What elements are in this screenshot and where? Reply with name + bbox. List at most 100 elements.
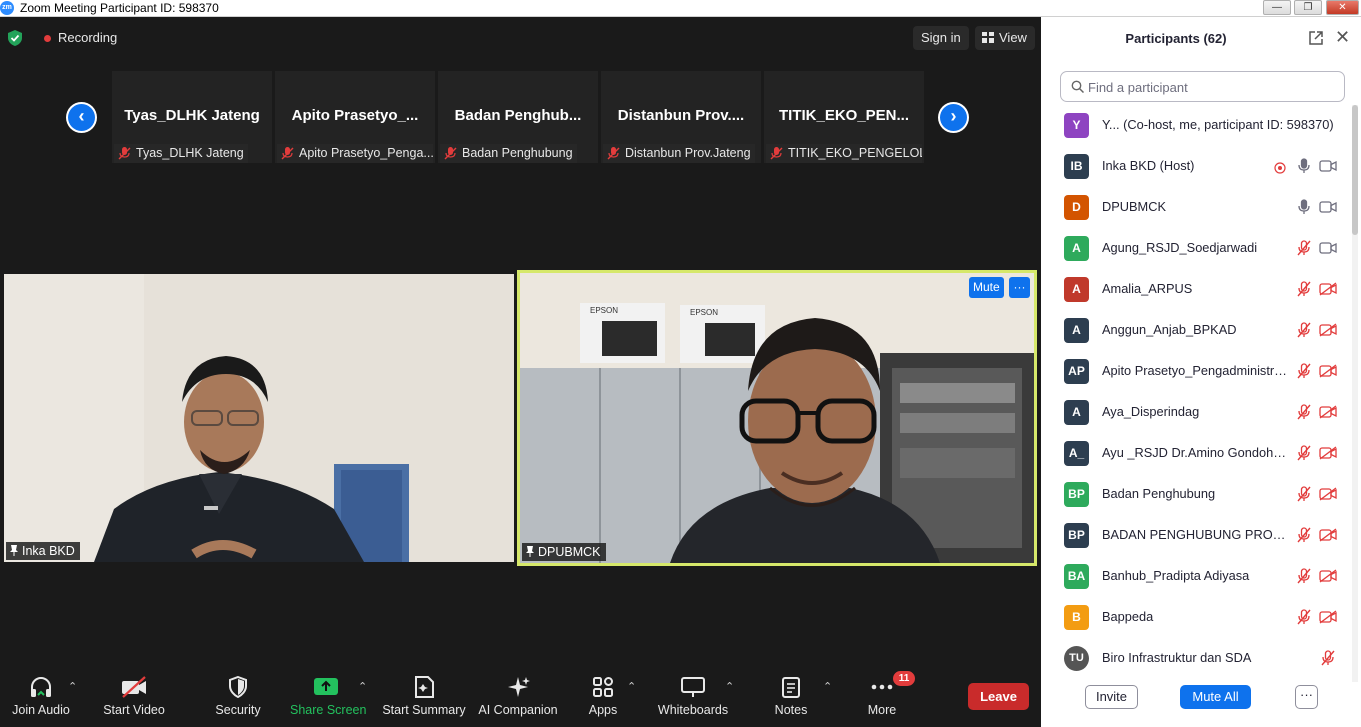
tile-name: Tyas_DLHK Jateng [124,107,260,124]
apps-button[interactable]: Apps [580,650,626,727]
maximize-button[interactable]: ❐ [1294,0,1322,15]
gallery-tile[interactable]: Apito Prasetyo_... Apito Prasetyo_Penga.… [275,71,435,163]
mic-muted-icon [1297,609,1311,625]
participant-search[interactable] [1060,71,1345,102]
participant-row[interactable]: IB Inka BKD (Host) [1041,146,1351,187]
video-off-icon [1319,569,1337,583]
video-camera-icon [1319,160,1337,172]
notes-button[interactable]: Notes [766,650,816,727]
mic-icon [1298,199,1310,214]
next-page-button[interactable]: › [938,102,969,133]
participant-status-icons[interactable] [1041,158,1351,176]
participant-row[interactable]: BA Banhub_Pradipta Adiyasa [1041,556,1351,597]
participant-row[interactable]: A Amalia_ARPUS [1041,269,1351,310]
panel-title: Participants (62) [1125,31,1227,46]
share-screen-button[interactable]: Share Screen [290,650,366,727]
previous-page-button[interactable]: ‹ [66,102,97,133]
notes-options-caret-icon[interactable]: ⌃ [823,680,832,693]
participant-row[interactable]: A Aya_Disperindag [1041,392,1351,433]
gallery-tile[interactable]: Distanbun Prov.... Distanbun Prov.Jateng [601,71,761,163]
participant-video-image [4,274,514,562]
tile-name: Distanbun Prov.... [617,107,745,124]
gallery-tile[interactable]: Badan Penghub... Badan Penghubung [438,71,598,163]
more-options-button[interactable]: ··· [1009,277,1030,298]
participant-row[interactable]: BPBADAN PENGHUBUNG PROVINSI JATENG [1041,515,1351,556]
tile-label-text: Distanbun Prov.Jateng [625,146,751,160]
pin-icon [10,545,18,556]
participant-row[interactable]: D DPUBMCK [1041,187,1351,228]
participant-status-icons[interactable] [1041,486,1351,504]
whiteboards-label: Whiteboards [657,703,729,717]
scrollbar-thumb[interactable] [1352,105,1358,235]
participant-status-icons[interactable] [1041,404,1351,422]
encryption-shield-icon[interactable] [8,30,22,46]
apps-options-caret-icon[interactable]: ⌃ [627,680,636,693]
panel-more-button[interactable]: ··· [1295,685,1318,709]
recording-indicator[interactable]: Recording [36,27,125,49]
close-panel-icon[interactable]: ✕ [1335,27,1350,48]
minimize-button[interactable]: — [1263,0,1291,15]
ai-companion-button[interactable]: AI Companion [476,650,560,727]
close-window-button[interactable]: ✕ [1326,0,1359,15]
mic-muted-icon [607,147,620,160]
recording-label: Recording [58,30,118,45]
start-summary-button[interactable]: Start Summary [380,650,468,727]
participant-status-icons[interactable] [1041,650,1351,668]
mute-participant-button[interactable]: Mute [969,277,1004,298]
avatar: Y [1064,113,1089,138]
participant-status-icons[interactable] [1041,568,1351,586]
more-dots-icon [871,684,893,690]
whiteboards-options-caret-icon[interactable]: ⌃ [725,680,734,693]
participant-row[interactable]: APApito Prasetyo_Pengadministrasi Umum B… [1041,351,1351,392]
participant-status-icons[interactable] [1041,445,1351,463]
view-button[interactable]: View [975,26,1035,50]
share-options-caret-icon[interactable]: ⌃ [358,680,367,693]
tile-name: Badan Penghub... [454,107,582,124]
participant-status-icons[interactable] [1041,281,1351,299]
video-dpubmck[interactable]: EPSON EPSON Mute ··· DPUBMCK [517,270,1037,566]
leave-button[interactable]: Leave [968,683,1029,710]
security-button[interactable]: Security [207,650,269,727]
participant-status-icons[interactable] [1041,527,1351,545]
gallery-tile[interactable]: Tyas_DLHK Jateng Tyas_DLHK Jateng [112,71,272,163]
participant-status-icons[interactable] [1041,322,1351,340]
gallery-tile[interactable]: TITIK_EKO_PEN... TITIK_EKO_PENGELOL... [764,71,924,163]
invite-button[interactable]: Invite [1085,685,1138,709]
video-inka-bkd[interactable]: Inka BKD [4,274,514,562]
audio-options-caret-icon[interactable]: ⌃ [68,680,77,693]
video-off-icon [1319,528,1337,542]
participants-panel: Participants (62) ✕ Y Y... (Co-host, me, … [1041,17,1361,727]
mic-muted-icon [444,147,457,160]
participant-row[interactable]: TU Biro Infrastruktur dan SDA [1041,638,1351,679]
pop-out-icon[interactable] [1309,31,1323,45]
participant-row[interactable]: B Bappeda [1041,597,1351,638]
tile-label: Tyas_DLHK Jateng [114,144,248,163]
more-notification-badge: 11 [893,671,915,686]
more-button[interactable]: More [858,650,906,727]
video-name-label: Inka BKD [6,542,80,560]
participant-list: Y Y... (Co-host, me, participant ID: 5983… [1041,105,1351,682]
start-summary-label: Start Summary [382,703,466,717]
video-name-text: DPUBMCK [538,545,601,559]
headphones-icon [31,677,51,697]
participant-row[interactable]: BP Badan Penghubung [1041,474,1351,515]
chevron-right-icon: › [940,104,967,131]
sign-in-button[interactable]: Sign in [913,26,969,50]
participant-status-icons[interactable] [1041,363,1351,381]
participant-row[interactable]: A Agung_RSJD_Soedjarwadi [1041,228,1351,269]
mic-muted-icon [1297,404,1311,420]
start-video-button[interactable]: Start Video [98,650,170,727]
participant-row[interactable]: Y Y... (Co-host, me, participant ID: 5983… [1041,105,1351,146]
whiteboards-button[interactable]: Whiteboards [652,650,734,727]
participant-name: Y... (Co-host, me, participant ID: 59837… [1102,117,1334,132]
participant-list-scrollbar[interactable] [1352,105,1358,682]
participant-row[interactable]: A_ Ayu _RSJD Dr.Amino Gondohutomo [1041,433,1351,474]
participant-video-image: EPSON EPSON [520,273,1034,563]
participant-row[interactable]: A Anggun_Anjab_BPKAD [1041,310,1351,351]
participant-status-icons[interactable] [1041,199,1351,217]
participant-status-icons[interactable] [1041,609,1351,627]
mute-all-button[interactable]: Mute All [1180,685,1251,709]
participant-status-icons[interactable] [1041,240,1351,258]
apps-label: Apps [588,703,618,717]
search-input[interactable] [1088,77,1338,97]
